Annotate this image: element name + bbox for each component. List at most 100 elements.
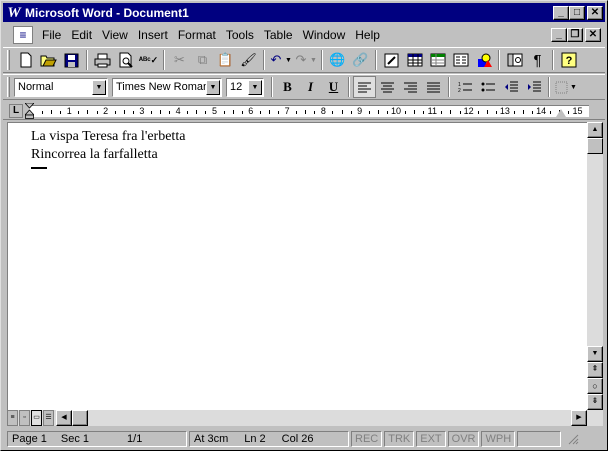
bullets-icon[interactable] <box>476 76 499 98</box>
undo-dropdown-icon[interactable]: ▼ <box>284 49 293 71</box>
status-ovr[interactable]: OVR <box>447 431 480 447</box>
status-position[interactable]: At 3cm Ln 2 Col 26 <box>189 431 349 447</box>
borders-icon[interactable] <box>553 76 569 98</box>
decrease-indent-icon[interactable] <box>499 76 522 98</box>
scroll-thumb[interactable] <box>587 138 603 154</box>
horizontal-scroll-thumb[interactable] <box>72 410 88 426</box>
menu-window[interactable]: Window <box>298 26 351 44</box>
spelling-icon[interactable]: ᴬᴮᶜ✓ <box>137 49 160 71</box>
status-wph[interactable]: WPH <box>481 431 516 447</box>
undo-icon[interactable]: ↶ <box>268 49 284 71</box>
indent-markers-icon[interactable] <box>25 103 34 119</box>
tables-borders-icon[interactable] <box>380 49 403 71</box>
right-indent-marker-icon[interactable] <box>556 109 566 117</box>
justify-icon[interactable] <box>422 76 445 98</box>
borders-dropdown-icon[interactable]: ▼ <box>569 76 578 98</box>
document-map-icon[interactable] <box>503 49 526 71</box>
menu-help[interactable]: Help <box>350 26 385 44</box>
hyperlink-icon[interactable]: 🔗 <box>349 49 372 71</box>
copy-icon[interactable]: ⧉ <box>191 49 214 71</box>
italic-button[interactable]: I <box>299 76 322 98</box>
outline-view-icon[interactable]: ☰ <box>43 410 54 426</box>
drawing-icon[interactable] <box>472 49 495 71</box>
font-value: Times New Roman <box>116 81 206 93</box>
underline-button[interactable]: U <box>322 76 345 98</box>
menu-file[interactable]: File <box>37 26 66 44</box>
status-page-section[interactable]: Page 1 Sec 1 1/1 <box>7 431 187 447</box>
save-icon[interactable] <box>60 49 83 71</box>
show-hide-icon[interactable]: ¶ <box>526 49 549 71</box>
font-size-combo[interactable]: 12 ▼ <box>226 77 264 97</box>
new-icon[interactable] <box>14 49 37 71</box>
tab-selector-icon[interactable]: L <box>9 104 23 118</box>
numbering-icon[interactable]: 12 <box>453 76 476 98</box>
scroll-down-icon[interactable]: ▼ <box>587 346 603 362</box>
scroll-right-icon[interactable]: ▶ <box>571 410 587 426</box>
toolbar-separator <box>271 77 273 97</box>
insert-excel-icon[interactable] <box>426 49 449 71</box>
status-trk[interactable]: TRK <box>384 431 415 447</box>
word-app-icon[interactable]: W <box>6 5 22 21</box>
bold-button[interactable]: B <box>276 76 299 98</box>
ruler-tick <box>350 111 352 114</box>
font-size-dropdown-icon[interactable]: ▼ <box>248 79 262 95</box>
status-rec[interactable]: REC <box>351 431 383 447</box>
next-page-icon[interactable]: ⇟ <box>587 394 603 410</box>
menu-tools[interactable]: Tools <box>221 26 259 44</box>
doc-close-button[interactable]: ✕ <box>585 28 601 42</box>
doc-minimize-button[interactable]: _ <box>551 28 567 42</box>
paste-icon[interactable]: 📋 <box>214 49 237 71</box>
web-layout-view-icon[interactable]: ▫ <box>19 410 30 426</box>
toolbar-grip[interactable] <box>7 77 10 97</box>
scroll-left-icon[interactable]: ◀ <box>56 410 72 426</box>
font-combo[interactable]: Times New Roman ▼ <box>112 77 222 97</box>
print-preview-icon[interactable] <box>114 49 137 71</box>
document-line[interactable]: Rincorrea la farfalletta <box>31 147 158 163</box>
help-icon[interactable]: ? <box>557 49 580 71</box>
status-spelling-icon[interactable] <box>517 431 562 447</box>
previous-page-icon[interactable]: ⇞ <box>587 362 603 378</box>
vertical-scrollbar[interactable]: ▲ ▼ ⇞ ○ ⇟ <box>587 122 603 410</box>
insert-table-icon[interactable] <box>403 49 426 71</box>
select-browse-object-icon[interactable]: ○ <box>587 378 603 394</box>
style-combo[interactable]: Normal ▼ <box>14 77 108 97</box>
horizontal-scrollbar[interactable]: ≡ ▫ ▭ ☰ ◀ ▶ <box>7 410 603 426</box>
format-painter-icon[interactable]: 🖌 <box>237 49 260 71</box>
status-ext[interactable]: EXT <box>416 431 446 447</box>
title-bar[interactable]: W Microsoft Word - Document1 _ □ ✕ <box>3 3 605 22</box>
print-layout-view-icon[interactable]: ▭ <box>31 410 42 426</box>
toolbar-grip[interactable] <box>7 50 10 70</box>
print-icon[interactable] <box>91 49 114 71</box>
document-icon[interactable]: ≡ <box>13 26 33 44</box>
style-dropdown-icon[interactable]: ▼ <box>92 79 106 95</box>
cut-icon[interactable]: ✂ <box>168 49 191 71</box>
minimize-button[interactable]: _ <box>553 5 569 20</box>
toolbar-separator <box>348 77 350 97</box>
menu-format[interactable]: Format <box>173 26 221 44</box>
document-line[interactable]: La vispa Teresa fra l'erbetta <box>31 129 185 145</box>
open-icon[interactable] <box>37 49 60 71</box>
align-right-icon[interactable] <box>399 76 422 98</box>
doc-restore-button[interactable]: ❐ <box>567 28 583 42</box>
align-left-icon[interactable] <box>353 76 376 98</box>
menu-view[interactable]: View <box>97 26 133 44</box>
redo-icon[interactable]: ↷ <box>293 49 309 71</box>
increase-indent-icon[interactable] <box>522 76 545 98</box>
menu-edit[interactable]: Edit <box>66 26 97 44</box>
align-center-icon[interactable] <box>376 76 399 98</box>
document-area[interactable]: La vispa Teresa fra l'erbetta Rincorrea … <box>7 122 587 410</box>
ruler-strip[interactable]: 1 2 3 4 5 6 7 8 9 10 11 12 13 14 15 <box>29 105 589 117</box>
redo-dropdown-icon[interactable]: ▼ <box>309 49 318 71</box>
horizontal-ruler[interactable]: L 1 2 3 4 5 6 7 8 9 10 11 12 13 14 15 <box>3 102 605 120</box>
close-button[interactable]: ✕ <box>587 5 603 20</box>
menu-table[interactable]: Table <box>259 26 298 44</box>
web-toolbar-icon[interactable]: 🌐 <box>326 49 349 71</box>
maximize-button[interactable]: □ <box>569 5 585 20</box>
columns-icon[interactable] <box>449 49 472 71</box>
ruler-tick <box>377 110 379 114</box>
scroll-up-icon[interactable]: ▲ <box>587 122 603 138</box>
font-dropdown-icon[interactable]: ▼ <box>206 79 220 95</box>
resize-grip-icon[interactable] <box>563 431 599 447</box>
menu-insert[interactable]: Insert <box>133 26 173 44</box>
normal-view-icon[interactable]: ≡ <box>7 410 18 426</box>
